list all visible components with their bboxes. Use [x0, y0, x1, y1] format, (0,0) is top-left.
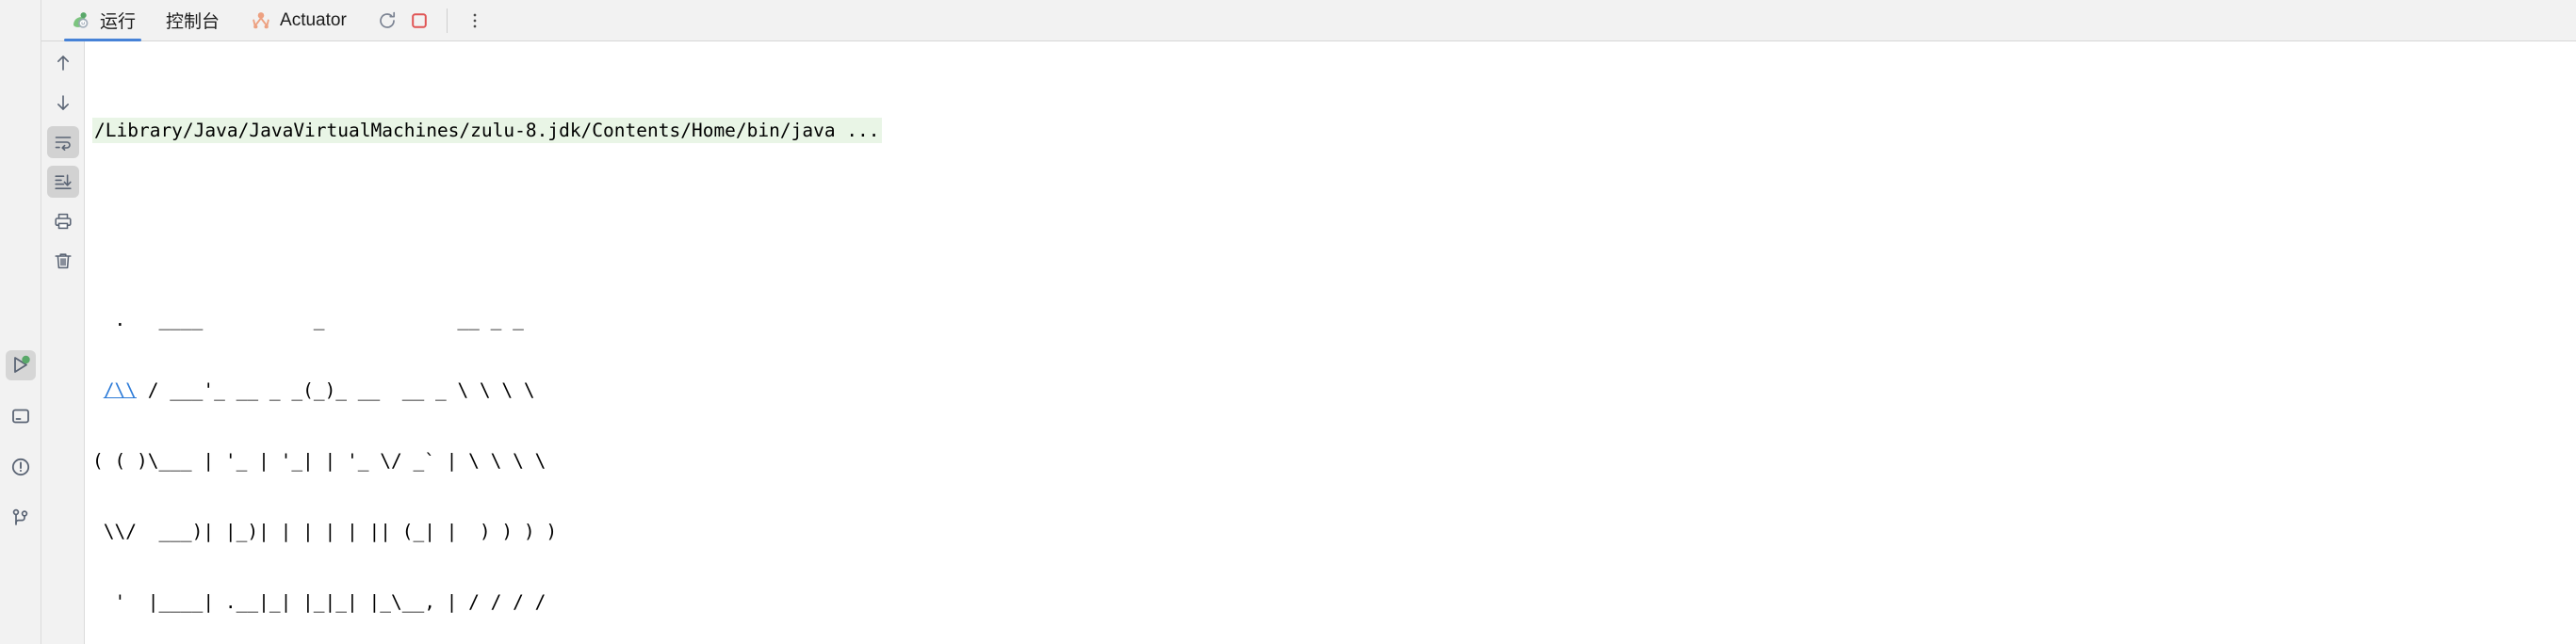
sidebar-item-run[interactable]: [6, 350, 36, 380]
restart-circular-arrow-icon: [377, 10, 398, 31]
console-command-line: /Library/Java/JavaVirtualMachines/zulu-8…: [92, 118, 2576, 143]
git-branch-icon: [9, 507, 32, 529]
toolbar-separator: [446, 8, 448, 33]
banner-line-5: ' |____| .__|_| |_|_| |_\__, | / / / /: [92, 591, 546, 613]
run-toolbar: 运行 控制台 Actuator: [41, 0, 2576, 41]
run-console-window: 运行 控制台 Actuator /Library/Java/JavaVirtua…: [0, 0, 2576, 644]
tab-actuator-label: Actuator: [280, 9, 347, 30]
rerun-button[interactable]: [371, 5, 403, 37]
tab-run[interactable]: 运行: [55, 0, 151, 41]
trash-icon: [53, 250, 73, 271]
tab-console-label: 控制台: [166, 12, 220, 32]
more-vertical-icon: [465, 11, 484, 30]
soft-wrap-icon: [53, 132, 73, 153]
tab-console[interactable]: 控制台: [151, 0, 235, 41]
actuator-graph-icon: [250, 9, 272, 32]
stop-button[interactable]: [403, 5, 435, 37]
more-options-button[interactable]: [459, 5, 491, 37]
stop-square-icon: [409, 10, 430, 31]
soft-wrap-button[interactable]: [46, 126, 79, 158]
build-square-icon: [9, 405, 32, 427]
scroll-down-button[interactable]: [47, 87, 79, 119]
scroll-to-end-button[interactable]: [46, 166, 79, 198]
banner-spring-link[interactable]: /\\: [104, 379, 137, 401]
sidebar-item-build[interactable]: [6, 401, 36, 431]
spring-run-icon: [70, 9, 92, 32]
command-line-text: /Library/Java/JavaVirtualMachines/zulu-8…: [92, 118, 882, 143]
print-button[interactable]: [47, 205, 79, 237]
clear-all-button[interactable]: [47, 245, 79, 277]
tool-window-stripe: [0, 0, 41, 644]
console-gutter-toolbar: [41, 41, 85, 644]
sidebar-item-git[interactable]: [6, 503, 36, 533]
play-green-dot-icon: [9, 354, 32, 377]
problems-exclamation-icon: [9, 456, 32, 478]
arrow-down-icon: [53, 92, 73, 113]
tab-run-label: 运行: [100, 12, 137, 32]
banner-line-3: ( ( )\___ | '_ | '_| | '_ \/ _` | \ \ \ …: [92, 450, 546, 472]
console-row: /Library/Java/JavaVirtualMachines/zulu-8…: [41, 41, 2576, 644]
scroll-to-end-icon: [53, 171, 73, 192]
console-output[interactable]: /Library/Java/JavaVirtualMachines/zulu-8…: [85, 41, 2576, 644]
banner-line-4: \\/ ___)| |_)| | | | | || (_| | ) ) ) ): [92, 521, 558, 542]
tab-actuator[interactable]: Actuator: [235, 0, 362, 41]
banner-line-2-rest: / ___'_ __ _ _(_)_ __ __ _ \ \ \ \: [136, 379, 535, 401]
arrow-up-icon: [53, 53, 73, 73]
scroll-up-button[interactable]: [47, 47, 79, 79]
print-icon: [53, 211, 73, 232]
banner-line-2: /\\ / ___'_ __ _ _(_)_ __ __ _ \ \ \ \: [92, 378, 2576, 402]
banner-line-1: . ____ _ __ _ _: [92, 309, 524, 330]
banner-line-2-prefix: [92, 379, 104, 401]
sidebar-item-problems[interactable]: [6, 452, 36, 482]
main-column: 运行 控制台 Actuator /Library/Java/JavaVirtua…: [41, 0, 2576, 644]
